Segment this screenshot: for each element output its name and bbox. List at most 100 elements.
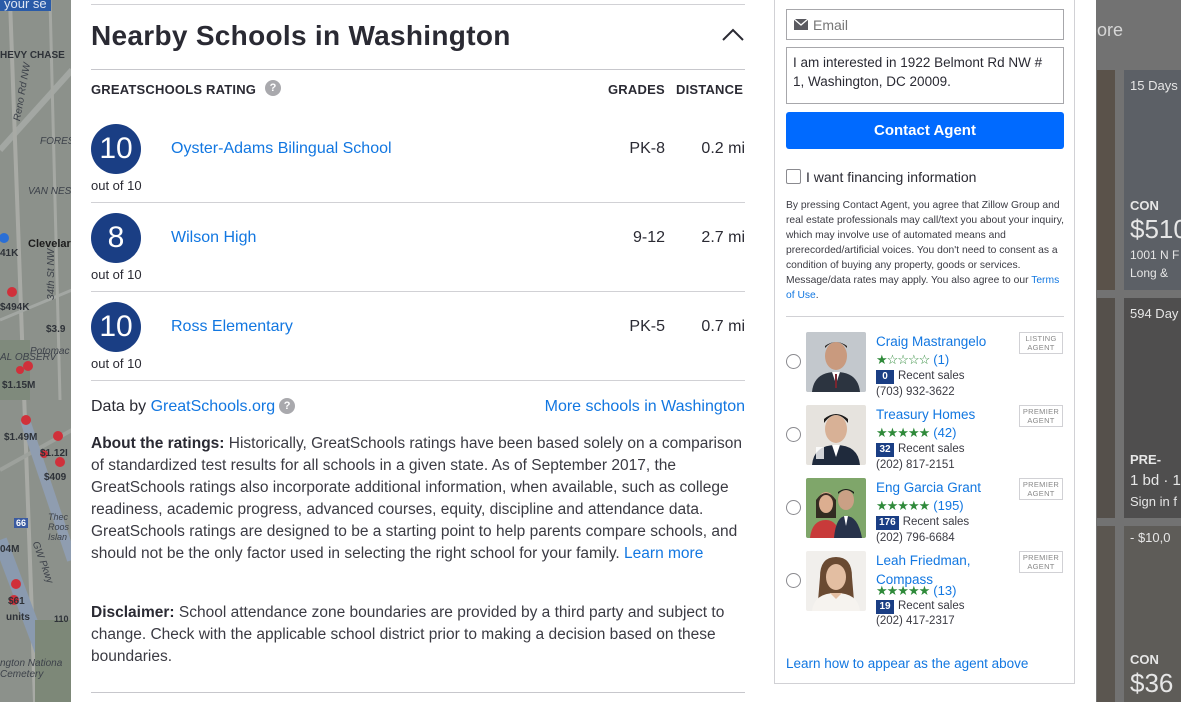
more-schools-link[interactable]: More schools in Washington <box>545 398 745 416</box>
financing-label[interactable]: I want financing information <box>806 169 976 185</box>
bg-card-price: $510 <box>1130 214 1181 244</box>
bg-card-price-cut: - $10,0 <box>1130 530 1171 545</box>
divider <box>91 692 745 693</box>
school-name-link[interactable]: Ross Elementary <box>171 318 293 336</box>
agent-sales: 176 Recent sales <box>876 515 969 530</box>
agent-name-link[interactable]: Treasury Homes <box>876 405 1016 424</box>
financing-checkbox[interactable] <box>786 169 801 184</box>
school-grades: PK-5 <box>629 318 665 335</box>
bg-more-text: ore <box>1097 20 1124 40</box>
school-row: 8 out of 10 Wilson High 9-12 2.7 mi <box>91 203 745 292</box>
agent-badge: PREMIER AGENT <box>1019 551 1063 573</box>
rating-out-of: out of 10 <box>91 356 142 371</box>
greatschools-link[interactable]: GreatSchools.org <box>151 398 276 415</box>
map-label: 04M <box>0 544 20 555</box>
map-label: ngton Nationa Cemetery <box>0 658 63 680</box>
map-label: VAN NES <box>28 186 72 197</box>
star-icons: ★★★★★ <box>876 498 930 513</box>
school-distance: 0.7 mi <box>701 318 745 335</box>
bg-card-price: $36 <box>1130 668 1174 698</box>
map-label: units <box>6 612 30 623</box>
bg-card-sub: Long & <box>1130 266 1169 280</box>
agent-option[interactable]: Treasury Homes PREMIER AGENT ★★★★★ (42) 3… <box>786 405 1066 475</box>
school-name-link[interactable]: Oyster-Adams Bilingual School <box>171 140 392 158</box>
legal-end: . <box>815 290 819 301</box>
school-distance: 2.7 mi <box>701 229 745 246</box>
column-header-distance: DISTANCE <box>676 82 744 97</box>
bg-card <box>1097 526 1115 702</box>
agent-photo <box>806 478 866 538</box>
learn-more-link[interactable]: Learn more <box>624 545 703 562</box>
email-field[interactable]: Email <box>786 9 1064 40</box>
contact-agent-form: Email I am interested in 1922 Belmont Rd… <box>774 0 1075 684</box>
school-row: 10 out of 10 Oyster-Adams Bilingual Scho… <box>91 114 745 203</box>
agent-rating[interactable]: ★★★★★ (13) <box>876 583 956 598</box>
star-icons: ★ <box>876 352 888 367</box>
help-icon[interactable]: ? <box>279 398 296 414</box>
rating-out-of: out of 10 <box>91 178 142 193</box>
rating-badge: 10 <box>91 302 141 352</box>
recent-sales-label: Recent sales <box>898 443 965 455</box>
column-header-rating: GREATSCHOOLS RATING <box>91 82 257 97</box>
column-header-grades: GRADES <box>608 82 665 97</box>
agent-phone: (202) 796-6684 <box>876 532 955 544</box>
school-name-link[interactable]: Wilson High <box>171 229 256 247</box>
review-count: (195) <box>933 498 964 513</box>
review-count: (13) <box>933 583 957 598</box>
recent-sales-count: 0 <box>876 370 894 384</box>
bg-card-sub: Sign in f <box>1130 494 1177 509</box>
bg-card[interactable]: 15 Days CON $510 1001 N F Long & <box>1124 70 1181 290</box>
map-label: $1.12I <box>40 448 68 459</box>
map-label: $409 <box>44 472 67 483</box>
review-count: (42) <box>933 425 957 440</box>
learn-agent-link[interactable]: Learn how to appear as the agent above <box>786 656 1028 671</box>
about-ratings-heading: About the ratings: <box>91 435 225 452</box>
agent-photo <box>806 405 866 465</box>
bg-card <box>1097 70 1115 290</box>
help-icon[interactable]: ? <box>265 80 281 96</box>
star-icons: ★★★★★ <box>876 425 930 440</box>
review-count: (1) <box>933 352 950 367</box>
map-label: 66 <box>14 518 29 528</box>
recent-sales-count: 176 <box>876 516 899 530</box>
rating-badge: 8 <box>91 213 141 263</box>
agent-rating[interactable]: ★★★★★ (195) <box>876 498 964 513</box>
agent-radio[interactable] <box>786 500 801 515</box>
agent-rating[interactable]: ★☆☆☆☆ (1) <box>876 352 949 367</box>
map-label: Thec Roos Islan <box>48 512 70 542</box>
map-label: AL OBSERV <box>0 352 57 363</box>
bg-card-days: 15 Days <box>1130 78 1178 93</box>
message-textarea[interactable]: I am interested in 1922 Belmont Rd NW # … <box>786 47 1064 104</box>
disclaimer-heading: Disclaimer: <box>91 604 175 621</box>
agent-sales: 19 Recent sales <box>876 599 964 614</box>
agent-option[interactable]: Eng Garcia Grant PREMIER AGENT ★★★★★ (195… <box>786 478 1066 548</box>
home-details-modal: Nearby Schools in Washington GREATSCHOOL… <box>71 0 1096 702</box>
contact-agent-button[interactable]: Contact Agent <box>786 112 1064 149</box>
bg-card-status: PRE- <box>1130 452 1162 467</box>
map-label: $1.49M <box>4 432 38 443</box>
agent-sales: 0 Recent sales <box>876 369 964 384</box>
disclaimer-text: School attendance zone boundaries are pr… <box>91 604 725 665</box>
agent-option[interactable]: Leah Friedman, Compass PREMIER AGENT ★★★… <box>786 551 1066 631</box>
agent-radio[interactable] <box>786 354 801 369</box>
recent-sales-label: Recent sales <box>898 370 965 382</box>
agent-phone: (202) 417-2317 <box>876 615 955 627</box>
data-by-prefix: Data by <box>91 398 151 415</box>
email-placeholder: Email <box>813 17 849 33</box>
bg-card[interactable]: 594 Day PRE- 1 bd · 1 Sign in f <box>1124 298 1181 518</box>
disclaimer-paragraph: Disclaimer: School attendance zone bound… <box>91 602 745 668</box>
chevron-up-icon[interactable] <box>721 25 745 45</box>
agent-rating[interactable]: ★★★★★ (42) <box>876 425 956 440</box>
agent-radio[interactable] <box>786 573 801 588</box>
agent-name-link[interactable]: Eng Garcia Grant <box>876 478 1016 497</box>
agent-radio[interactable] <box>786 427 801 442</box>
about-ratings-paragraph: About the ratings: Historically, GreatSc… <box>91 433 745 565</box>
data-attribution: Data by GreatSchools.org? <box>91 398 296 416</box>
agent-name-link[interactable]: Craig Mastrangelo <box>876 332 1016 351</box>
agent-badge: PREMIER AGENT <box>1019 478 1063 500</box>
agent-option[interactable]: Craig Mastrangelo LISTING AGENT ★☆☆☆☆ (1)… <box>786 332 1066 402</box>
divider <box>786 316 1064 317</box>
recent-sales-count: 32 <box>876 443 894 457</box>
recent-sales-count: 19 <box>876 600 894 614</box>
bg-card[interactable]: - $10,0 CON $36 <box>1124 526 1181 702</box>
